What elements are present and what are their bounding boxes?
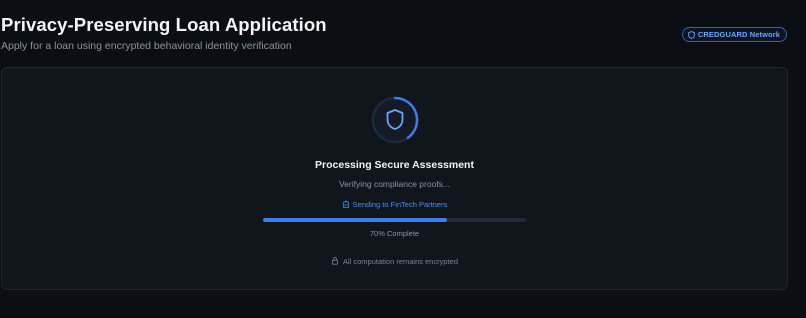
- progress-label: 70% Complete: [369, 229, 420, 238]
- building-icon: [342, 195, 350, 213]
- processing-spinner: [371, 96, 419, 144]
- encryption-note: All computation remains encrypted: [2, 252, 787, 270]
- encryption-note-label: All computation remains encrypted: [342, 256, 459, 266]
- progress-fill: [263, 218, 448, 222]
- sending-label: Sending to FinTech Partners: [352, 199, 448, 209]
- lock-icon: [331, 252, 339, 270]
- network-badge-label: CREDGUARD Network: [697, 30, 780, 39]
- shield-icon: [386, 109, 404, 130]
- assessment-status: Verifying compliance proofs...: [338, 179, 451, 189]
- sending-indicator: Sending to FinTech Partners: [2, 195, 787, 213]
- assessment-card: Processing Secure Assessment Verifying c…: [1, 67, 788, 290]
- network-badge[interactable]: CREDGUARD Network: [681, 27, 787, 42]
- progress-bar: [263, 218, 526, 222]
- assessment-title: Processing Secure Assessment: [315, 159, 474, 171]
- shield-icon: [688, 30, 695, 39]
